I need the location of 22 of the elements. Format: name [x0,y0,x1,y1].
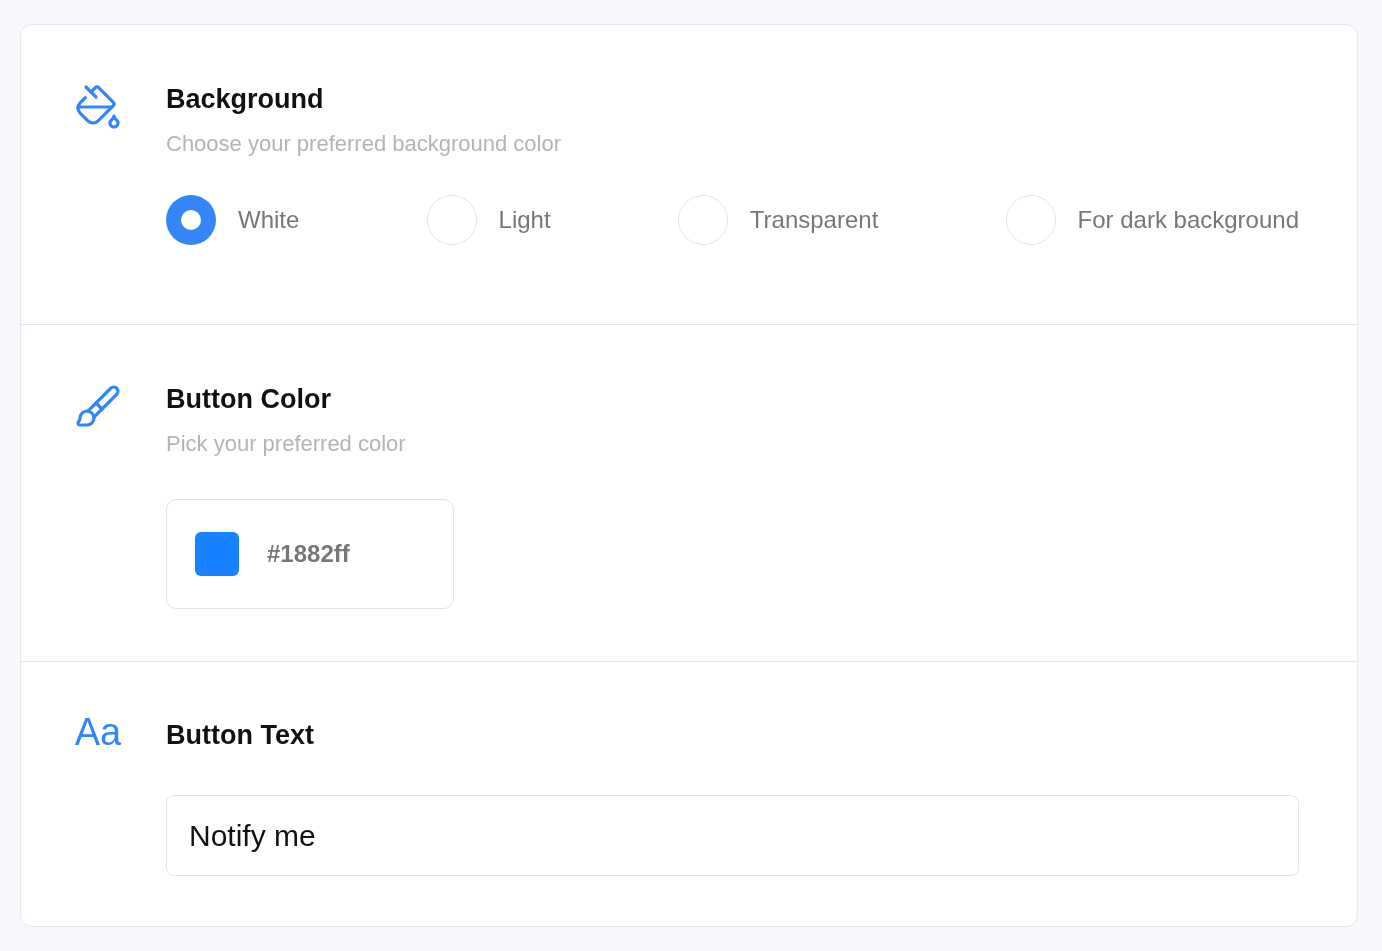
radio-label: Light [498,206,551,234]
section-subtitle: Choose your preferred background color [166,131,562,157]
radio-option[interactable]: For dark background [1005,195,1299,245]
color-value: #1882ff [267,540,350,568]
section-subtitle: Pick your preferred color [166,431,407,457]
radio-button[interactable] [426,195,477,245]
font-icon: Aa [74,712,122,752]
radio-button[interactable] [677,195,728,245]
section-title: Background [166,83,325,115]
radio-option[interactable]: White [166,195,300,245]
paint-bucket-icon [74,83,122,131]
radio-label: White [238,206,300,234]
section-title: Button Color [166,383,332,415]
input-field[interactable]: Notify me [166,795,1299,876]
radio-label: For dark background [1077,206,1299,234]
radio-option[interactable]: Transparent [677,195,879,245]
radio-option[interactable]: Light [426,195,551,245]
radio-button[interactable] [166,195,216,245]
color-picker[interactable]: #1882ff [166,499,454,609]
section-title: Button Text [166,719,315,751]
radio-label: Transparent [749,206,879,234]
radio-button[interactable] [1005,195,1056,245]
